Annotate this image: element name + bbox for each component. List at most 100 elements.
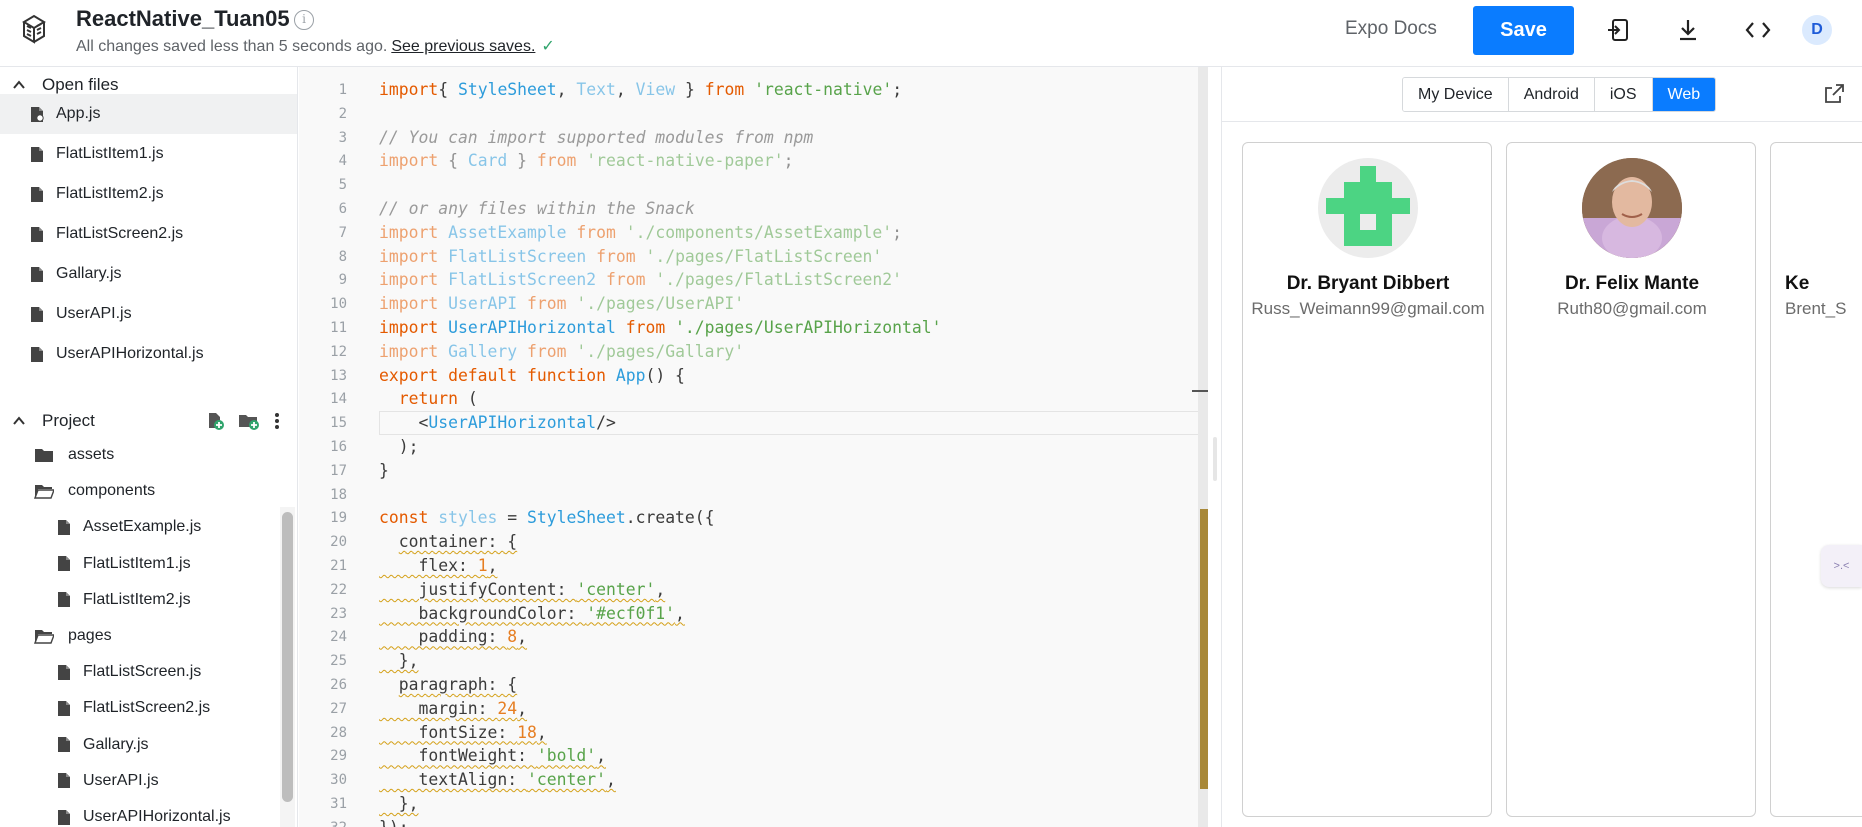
line-number: 32: [299, 816, 347, 827]
code-token: container: {: [398, 532, 518, 552]
device-tab[interactable]: Android: [1507, 78, 1594, 111]
user-card[interactable]: Dr. Bryant Dibbert Russ_Weimann99@gmail.c…: [1242, 142, 1492, 817]
pane-divider[interactable]: [1208, 67, 1222, 827]
previous-saves-link[interactable]: See previous saves.: [391, 38, 535, 55]
code-token: ,: [605, 770, 616, 790]
line-number: 3: [338, 129, 347, 146]
code-line[interactable]: );: [379, 435, 419, 459]
import-icon[interactable]: [1604, 16, 1632, 44]
embed-code-icon[interactable]: [1744, 16, 1772, 44]
code-line[interactable]: import FlatListScreen2 from './pages/Fla…: [379, 268, 902, 292]
code-line[interactable]: export default function App() {: [379, 364, 685, 388]
expo-docs-link[interactable]: Expo Docs: [1345, 18, 1437, 40]
snack-logo-icon[interactable]: [16, 12, 52, 48]
code-line[interactable]: justifyContent: 'center',: [379, 578, 665, 602]
code-line[interactable]: // You can import supported modules from…: [379, 126, 813, 150]
user-avatar[interactable]: D: [1802, 15, 1832, 45]
device-tab[interactable]: iOS: [1593, 78, 1652, 111]
code-line[interactable]: // or any files within the Snack: [379, 197, 695, 221]
tree-file-item[interactable]: UserAPIHorizontal.js: [0, 799, 280, 827]
code-line[interactable]: return (: [379, 387, 478, 411]
line-number: 22: [330, 581, 347, 598]
file-icon: [31, 146, 43, 162]
tree-folder-item[interactable]: pages: [0, 618, 280, 654]
sidebar-scrollbar[interactable]: [282, 512, 293, 802]
more-options-icon[interactable]: [274, 412, 280, 430]
code-line[interactable]: flex: 1,: [379, 554, 497, 578]
device-tab[interactable]: My Device: [1403, 78, 1508, 111]
code-line[interactable]: <UserAPIHorizontal/>: [379, 411, 616, 435]
open-file-label: FlatListScreen2.js: [56, 225, 184, 242]
open-file-item[interactable]: Gallary.js: [0, 254, 297, 294]
code-token: import: [379, 80, 439, 99]
code-line[interactable]: padding: 8,: [379, 625, 527, 649]
code-line[interactable]: }: [379, 459, 389, 483]
open-file-label: App.js: [56, 105, 101, 122]
code-editor[interactable]: 1 2 3 4 5 6 7 8 9 10 11 12 13 14 15 16 17 18 19 20 21 22 23 24 2…: [299, 67, 1208, 827]
code-line[interactable]: import AssetExample from './components/A…: [379, 221, 902, 245]
device-tab[interactable]: Web: [1651, 78, 1716, 111]
code-line[interactable]: container: {: [379, 530, 517, 554]
code-line[interactable]: margin: 24,: [379, 697, 527, 721]
tree-item-label: FlatListItem2.js: [83, 590, 191, 608]
download-icon[interactable]: [1674, 16, 1702, 44]
tree-file-item[interactable]: UserAPI.js: [0, 763, 280, 799]
code-line[interactable]: },: [379, 649, 419, 673]
open-external-icon[interactable]: [1822, 82, 1846, 106]
code-line[interactable]: import UserAPI from './pages/UserAPI': [379, 292, 744, 316]
code-token: />: [596, 413, 616, 433]
code-token: // or any files within the Snack: [379, 199, 695, 218]
tree-folder-item[interactable]: assets: [0, 437, 280, 473]
new-folder-icon[interactable]: [238, 412, 260, 430]
code-line[interactable]: fontSize: 18,: [379, 721, 546, 745]
open-file-item[interactable]: App.js: [0, 94, 297, 134]
project-title[interactable]: ReactNative_Tuan05: [76, 6, 290, 32]
code-line[interactable]: },: [379, 792, 419, 816]
open-file-item[interactable]: FlatListScreen2.js: [0, 214, 297, 254]
code-token: ,: [596, 746, 606, 766]
code-token: ,: [675, 603, 685, 623]
open-file-item[interactable]: UserAPI.js: [0, 294, 297, 334]
code-line[interactable]: import { Card } from 'react-native-paper…: [379, 149, 794, 173]
code-line[interactable]: textAlign: 'center',: [379, 768, 616, 792]
open-file-item[interactable]: UserAPIHorizontal.js: [0, 334, 297, 374]
tree-file-item[interactable]: FlatListItem2.js: [0, 582, 280, 618]
info-icon[interactable]: i: [294, 10, 314, 30]
code-line[interactable]: paragraph: {: [379, 673, 517, 697]
user-card[interactable]: Dr. Felix Mante Ruth80@gmail.com: [1506, 142, 1756, 817]
code-token: import: [379, 246, 439, 266]
code-line[interactable]: import Gallery from './pages/Gallary': [379, 340, 744, 364]
line-number: 18: [330, 486, 347, 503]
line-number: 12: [330, 343, 347, 360]
code-line[interactable]: import FlatListScreen from './pages/Flat…: [379, 245, 882, 269]
open-file-item[interactable]: FlatListItem2.js: [0, 174, 297, 214]
line-number: 1: [338, 82, 347, 98]
folder-open-icon: [34, 630, 54, 644]
editor-scrollbar[interactable]: [1200, 509, 1208, 789]
tree-file-item[interactable]: Gallary.js: [0, 727, 280, 763]
file-icon: [58, 737, 70, 753]
new-file-icon[interactable]: [206, 412, 224, 430]
open-file-label: UserAPI.js: [56, 305, 132, 322]
code-line[interactable]: const styles = StyleSheet.create({: [379, 506, 715, 530]
code-line[interactable]: });: [379, 816, 409, 827]
divider-grip[interactable]: [1213, 437, 1217, 481]
code-line[interactable]: fontWeight: 'bold',: [379, 744, 606, 768]
tree-file-item[interactable]: FlatListScreen2.js: [0, 690, 280, 726]
line-number: 24: [330, 629, 347, 646]
code-line[interactable]: backgroundColor: '#ecf0f1',: [379, 602, 685, 626]
dev-tools-button[interactable]: >.<: [1821, 545, 1862, 587]
code-token: // You can import supported modules from…: [379, 127, 814, 147]
open-file-item[interactable]: FlatListItem1.js: [0, 134, 297, 174]
file-icon: [58, 556, 70, 572]
code-line[interactable]: import{ StyleSheet, Text, View } from 'r…: [379, 78, 902, 102]
user-card[interactable]: Ke Brent_S: [1770, 142, 1862, 817]
tree-file-item[interactable]: FlatListScreen.js: [0, 654, 280, 690]
code-line[interactable]: import UserAPIHorizontal from './pages/U…: [379, 316, 942, 340]
tree-file-item[interactable]: AssetExample.js: [0, 509, 280, 545]
save-button[interactable]: Save: [1473, 6, 1574, 55]
tree-folder-item[interactable]: components: [0, 473, 280, 509]
project-header[interactable]: Project: [0, 405, 297, 437]
tree-file-item[interactable]: FlatListItem1.js: [0, 546, 280, 582]
line-number: 21: [330, 558, 347, 574]
